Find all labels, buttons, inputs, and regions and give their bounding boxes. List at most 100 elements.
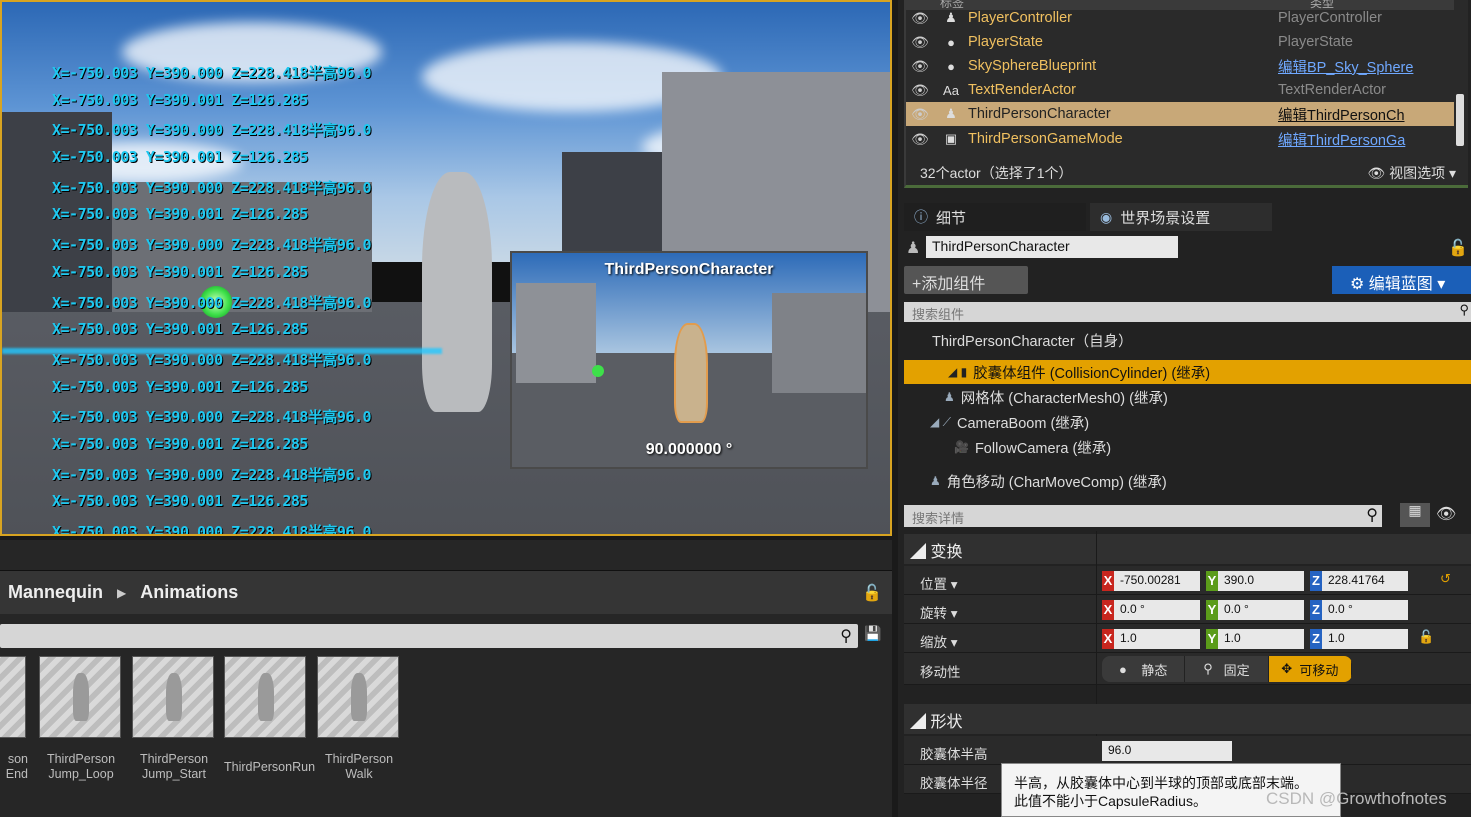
outliner-row[interactable]: 👁 ● PlayerState PlayerState [906,30,1454,54]
stationary-icon: ⚲ [1203,661,1224,676]
mobility-movable[interactable]: ✥ 可移动 [1268,656,1352,682]
actor-label: ThirdPersonCharacter [968,106,1111,122]
camera-icon: 🎥 [954,440,969,454]
asset-tile[interactable]: ThirdPerson Walk [317,656,401,782]
location-z-field[interactable]: 228.41764 [1322,571,1408,591]
outliner-row[interactable]: 👁 ● SkySphereBlueprint 编辑BP_Sky_Sphere [906,54,1454,78]
actor-type[interactable]: 编辑ThirdPersonGa [1278,129,1438,150]
component-label: FollowCamera (继承) [974,440,1112,457]
preview-title: ThirdPersonCharacter [604,261,774,278]
component-label: CameraBoom (继承) [956,415,1090,432]
rotation-label[interactable]: 旋转 ▾ [920,602,958,622]
axis-z-badge: Z [1310,600,1322,620]
scale-z-field[interactable]: 1.0 [1322,629,1408,649]
asset-thumbnail [317,656,399,738]
actor-type: TextRenderActor [1278,82,1386,98]
scale-y-field[interactable]: 1.0 [1218,629,1304,649]
debug-line: X=-750.003 Y=390.000 Z=228.418半高96.0 [52,408,372,427]
component-row-followcamera[interactable]: 🎥 FollowCamera (继承) [954,435,1111,459]
section-title: 变换 [930,544,963,561]
location-label[interactable]: 位置 ▾ [920,573,958,593]
location-y-field[interactable]: 390.0 [1218,571,1304,591]
asset-tile[interactable]: ThirdPersonRun [224,656,315,775]
view-options-label: 视图选项 [1389,165,1446,181]
self-component-row[interactable]: ThirdPersonCharacter（自身） [932,330,1133,351]
rotation-y-field[interactable]: 0.0 ° [1218,600,1304,620]
add-component-button[interactable]: +添加组件 [904,266,1028,294]
scale-label[interactable]: 缩放 ▾ [920,631,958,651]
visibility-eye-icon[interactable]: 👁 [906,82,934,99]
transform-section-header[interactable]: ◢ 变换 [904,534,1471,564]
actor-name-field[interactable]: ThirdPersonCharacter [926,236,1178,258]
dot-icon: ● [1119,661,1142,677]
asset-tile[interactable]: ThirdPerson Jump_Loop [39,656,123,782]
reset-icon[interactable]: ↺ [1440,572,1451,587]
lock-icon[interactable]: 🔓 [862,583,882,602]
mobility-stationary[interactable]: ⚲ 固定 [1185,656,1269,682]
actor-type[interactable]: 编辑ThirdPersonCh [1278,104,1438,125]
component-row-charmove[interactable]: ♟ 角色移动 (CharMoveComp) (继承) [930,469,1167,493]
actor-label: ThirdPersonGameMode [968,131,1123,147]
edit-blueprint-button[interactable]: ⚙ 编辑蓝图 ▾ [1332,266,1471,294]
outliner-row[interactable]: 👁 ♟ PlayerController PlayerController [906,6,1454,30]
component-label: 胶囊体组件 (CollisionCylinder) (继承) [973,365,1211,382]
half-height-field[interactable]: 96.0 [1102,741,1232,761]
globe-icon: ◉ [1100,208,1113,225]
details-search-input[interactable]: 搜索详情 ⚲ [904,505,1382,527]
asset-tile[interactable]: son End [0,656,28,782]
save-icon[interactable]: 💾 [864,626,881,642]
asset-thumbnail [132,656,214,738]
editor-root: X=-750.003 Y=390.000 Z=228.418半高96.0 X=-7… [0,0,1471,817]
actor-type[interactable]: 编辑BP_Sky_Sphere [1278,56,1438,77]
world-outliner: 标签 类型 👁 ♟ PlayerController PlayerController… [904,0,1468,188]
rotation-z-field[interactable]: 0.0 ° [1322,600,1408,620]
search-icon: ⚲ [1459,302,1469,317]
visibility-eye-icon[interactable]: 👁 [906,131,934,148]
scale-x-field[interactable]: 1.0 [1114,629,1200,649]
visibility-eye-icon[interactable]: 👁 [906,58,934,75]
mobility-static-label: 静态 [1141,662,1168,678]
outliner-row[interactable]: 👁 ▣ ThirdPersonGameMode 编辑ThirdPersonGa [906,127,1454,151]
eye-icon[interactable]: 👁 [1436,504,1456,523]
breadcrumb: Mannequin ▶ Animations 🔓 [0,570,892,614]
lock-icon[interactable]: 🔓 [1448,238,1468,257]
gear-icon: ⚙ [1350,276,1369,293]
actor-type-icon: ● [947,58,955,74]
actor-label: PlayerState [968,34,1043,50]
component-search-input[interactable]: 搜索组件 ⚲ [904,302,1471,322]
shape-section-header[interactable]: ◢ 形状 [904,704,1471,734]
asset-tile[interactable]: ThirdPerson Jump_Start [132,656,216,782]
asset-name: ThirdPerson Walk [324,752,394,781]
debug-print-lines: X=-750.003 Y=390.000 Z=228.418半高96.0 X=-7… [52,62,372,534]
info-icon: ⓘ [914,209,928,225]
outliner-row[interactable]: 👁 Aa TextRenderActor TextRenderActor [906,78,1454,102]
breadcrumb-mannequin[interactable]: Mannequin [8,582,103,603]
mobility-movable-label: 可移动 [1299,662,1339,678]
grid-view-button[interactable]: ▦ [1400,503,1430,527]
axis-y-badge: Y [1206,571,1218,591]
component-row-mesh[interactable]: ♟ 网格体 (CharacterMesh0) (继承) [944,385,1168,409]
tab-details[interactable]: ⓘ 细节 [904,203,1086,231]
view-options-button[interactable]: 👁 视图选项 ▾ [1367,163,1456,183]
lock-icon[interactable]: 🔓 [1418,630,1434,645]
outliner-row[interactable]: 👁 ♟ ThirdPersonCharacter 编辑ThirdPersonCh [906,102,1454,126]
location-x-field[interactable]: -750.00281 [1114,571,1200,591]
chevron-right-icon[interactable]: ▶ [117,586,126,600]
character-mannequin[interactable] [422,172,492,412]
visibility-eye-icon[interactable]: 👁 [906,10,934,27]
tab-world-settings[interactable]: ◉ 世界场景设置 [1090,203,1272,231]
outliner-scrollbar[interactable] [1456,94,1464,146]
component-row-capsule[interactable]: ◢ ▮ 胶囊体组件 (CollisionCylinder) (继承) [904,360,1471,384]
mobility-static[interactable]: ● 静态 [1102,656,1186,682]
actor-count: 32个actor（选择了1个） [920,165,1073,181]
visibility-eye-icon[interactable]: 👁 [906,34,934,51]
asset-search-input[interactable]: ⚲ [0,624,858,648]
actor-label: TextRenderActor [968,82,1076,98]
visibility-eye-icon[interactable]: 👁 [906,106,934,123]
rotation-x-field[interactable]: 0.0 ° [1114,600,1200,620]
level-viewport[interactable]: X=-750.003 Y=390.000 Z=228.418半高96.0 X=-7… [0,0,892,536]
section-title: 形状 [930,714,963,731]
collapse-icon: ◢ [910,714,931,731]
breadcrumb-animations[interactable]: Animations [140,582,238,603]
component-row-cameraboom[interactable]: ◢ ⟋ CameraBoom (继承) [930,410,1089,434]
